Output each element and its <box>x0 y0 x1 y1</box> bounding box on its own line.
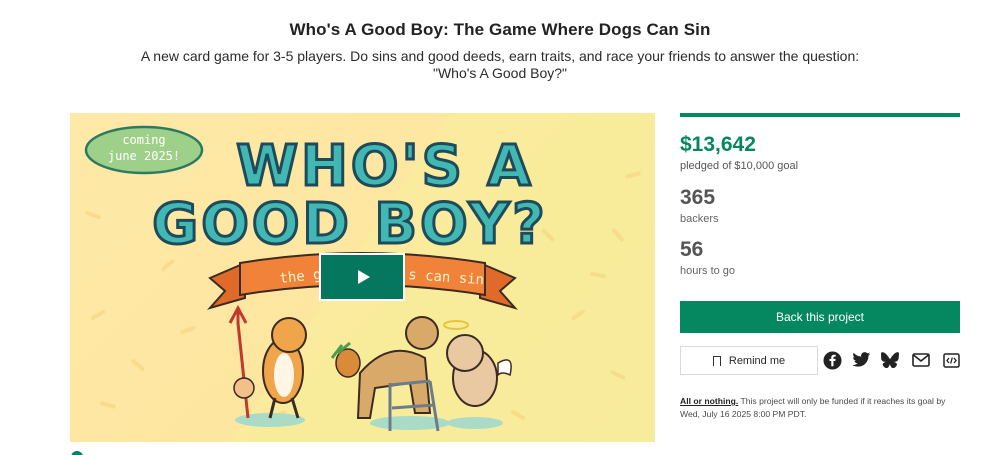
poster-title: WHO'S A GOOD BOY? <box>151 133 547 259</box>
backers-label: backers <box>680 213 719 225</box>
backers-count: 365 <box>680 186 716 209</box>
video-play-button[interactable] <box>319 253 405 301</box>
play-icon <box>357 270 370 284</box>
creator-avatar[interactable] <box>71 451 83 455</box>
poster-title-line-1: WHO'S A <box>236 134 534 199</box>
bookmark-icon <box>712 355 721 370</box>
remind-me-label: Remind me <box>728 354 786 367</box>
hours-label: hours to go <box>680 265 736 277</box>
pledged-goal-label: pledged of $10,000 goal <box>680 160 799 172</box>
poster-title-line-2: GOOD BOY? <box>152 192 547 257</box>
embed-icon[interactable] <box>940 349 962 371</box>
pledged-amount: $13,642 <box>680 133 756 156</box>
campaign-stats: $13,642 pledged of $10,000 goal 365 back… <box>680 113 960 277</box>
all-or-nothing-link[interactable]: All or nothing. <box>680 396 738 406</box>
twitter-icon[interactable] <box>850 349 872 371</box>
coming-badge: coming june 2025! <box>84 125 204 175</box>
remind-me-button[interactable]: Remind me <box>680 346 818 375</box>
badge-line-2: june 2025! <box>108 149 180 163</box>
hours-remaining: 56 <box>680 238 704 261</box>
funding-progress-bar <box>680 113 960 117</box>
facebook-icon[interactable] <box>821 349 843 371</box>
project-header: Who's A Good Boy: The Game Where Dogs Ca… <box>0 20 1000 82</box>
project-title: Who's A Good Boy: The Game Where Dogs Ca… <box>289 20 711 39</box>
bluesky-icon[interactable] <box>879 349 901 371</box>
project-video[interactable]: coming june 2025! WHO'S A GOOD BOY? the … <box>70 113 655 442</box>
funding-terms: All or nothing. This project will only b… <box>680 395 965 421</box>
project-blurb: A new card game for 3-5 players. Do sins… <box>140 48 860 81</box>
badge-line-1: coming <box>122 133 165 147</box>
back-project-button[interactable]: Back this project <box>680 301 960 333</box>
email-icon[interactable] <box>910 349 932 371</box>
funding-progress-fill <box>680 113 960 117</box>
